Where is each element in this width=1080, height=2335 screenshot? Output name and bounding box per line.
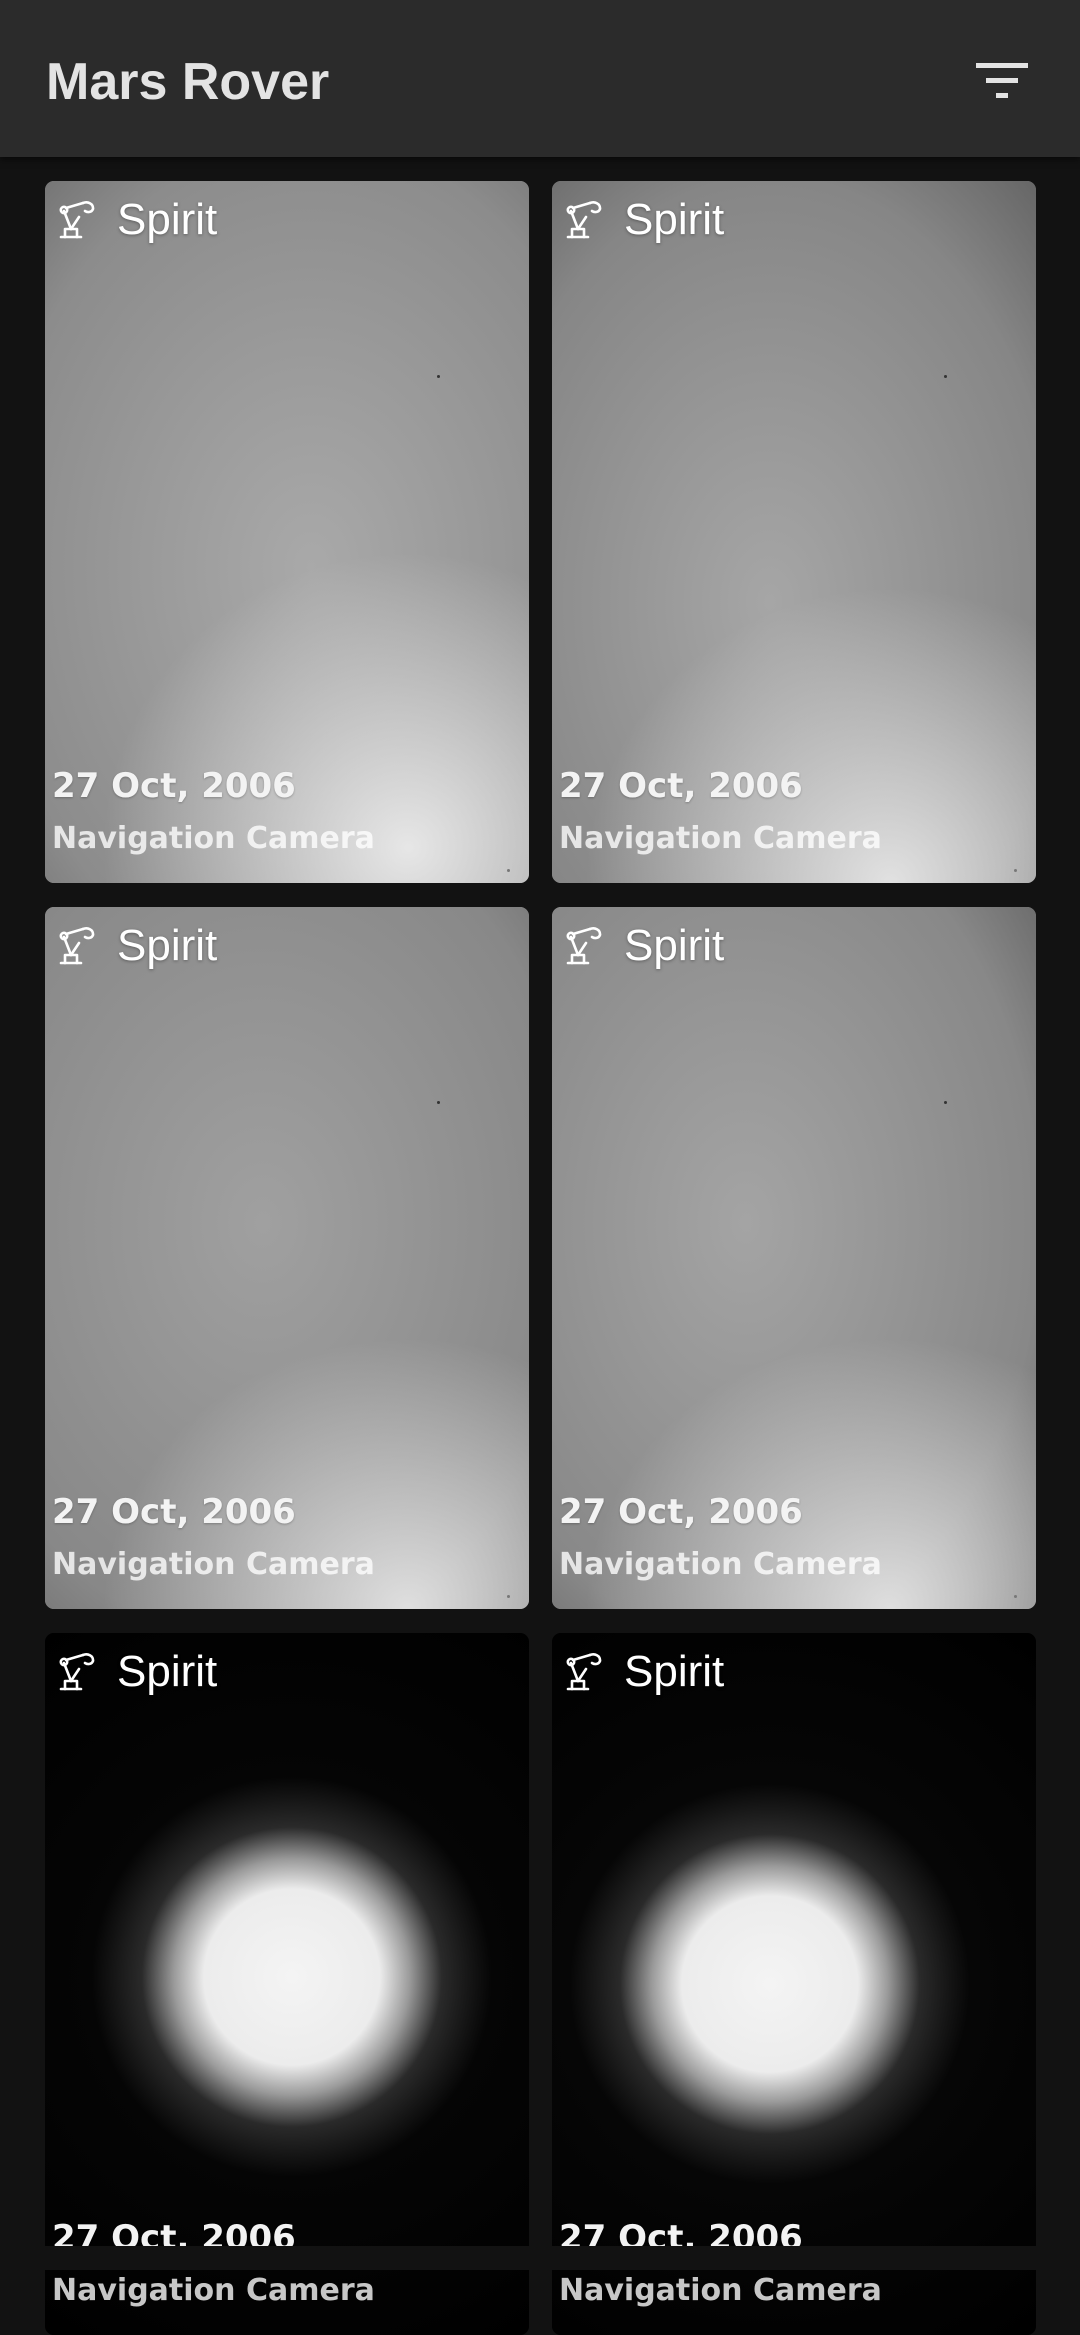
rover-label: Spirit — [562, 195, 724, 245]
rover-robot-arm-icon — [566, 927, 602, 965]
earth-date: 27 Oct, 2006 — [52, 1492, 296, 1532]
rover-robot-arm-icon — [59, 1653, 95, 1691]
camera-name: Navigation Camera — [52, 821, 375, 856]
rover-label: Spirit — [55, 921, 217, 971]
photo-card[interactable]: Spirit 27 Oct, 2006 Navigation Camera — [45, 907, 529, 1609]
earth-date: 27 Oct, 2006 — [559, 766, 803, 806]
rover-name: Spirit — [624, 921, 725, 970]
rover-name: Spirit — [117, 921, 218, 970]
rover-robot-arm-icon — [59, 927, 95, 965]
rover-label: Spirit — [562, 1647, 724, 1697]
rover-robot-arm-icon — [59, 201, 95, 239]
rover-label: Spirit — [55, 1647, 217, 1697]
photo-card[interactable]: Spirit 27 Oct, 2006 Navigation Camera — [552, 1633, 1036, 2335]
camera-name: Navigation Camera — [52, 1547, 375, 1582]
camera-name: Navigation Camera — [559, 2273, 882, 2308]
filter-button[interactable] — [960, 45, 1044, 117]
photo-card[interactable]: Spirit 27 Oct, 2006 Navigation Camera — [45, 181, 529, 883]
camera-name: Navigation Camera — [559, 821, 882, 856]
top-app-bar: Mars Rover — [0, 0, 1080, 157]
rover-label: Spirit — [562, 921, 724, 971]
bottom-edge — [0, 2246, 1080, 2270]
earth-date: 27 Oct, 2006 — [559, 1492, 803, 1532]
earth-date: 27 Oct, 2006 — [52, 766, 296, 806]
photo-grid: Spirit 27 Oct, 2006 Navigation Camera Sp… — [0, 0, 1080, 2335]
rover-name: Spirit — [117, 195, 218, 244]
photo-card[interactable]: Spirit 27 Oct, 2006 Navigation Camera — [552, 181, 1036, 883]
filter-list-icon — [976, 63, 1028, 98]
photo-card[interactable]: Spirit 27 Oct, 2006 Navigation Camera — [45, 1633, 529, 2335]
rover-robot-arm-icon — [566, 201, 602, 239]
camera-name: Navigation Camera — [559, 1547, 882, 1582]
rover-label: Spirit — [55, 195, 217, 245]
rover-robot-arm-icon — [566, 1653, 602, 1691]
app-title: Mars Rover — [46, 53, 330, 111]
camera-name: Navigation Camera — [52, 2273, 375, 2308]
rover-name: Spirit — [117, 1647, 218, 1696]
photo-card[interactable]: Spirit 27 Oct, 2006 Navigation Camera — [552, 907, 1036, 1609]
rover-name: Spirit — [624, 1647, 725, 1696]
rover-name: Spirit — [624, 195, 725, 244]
